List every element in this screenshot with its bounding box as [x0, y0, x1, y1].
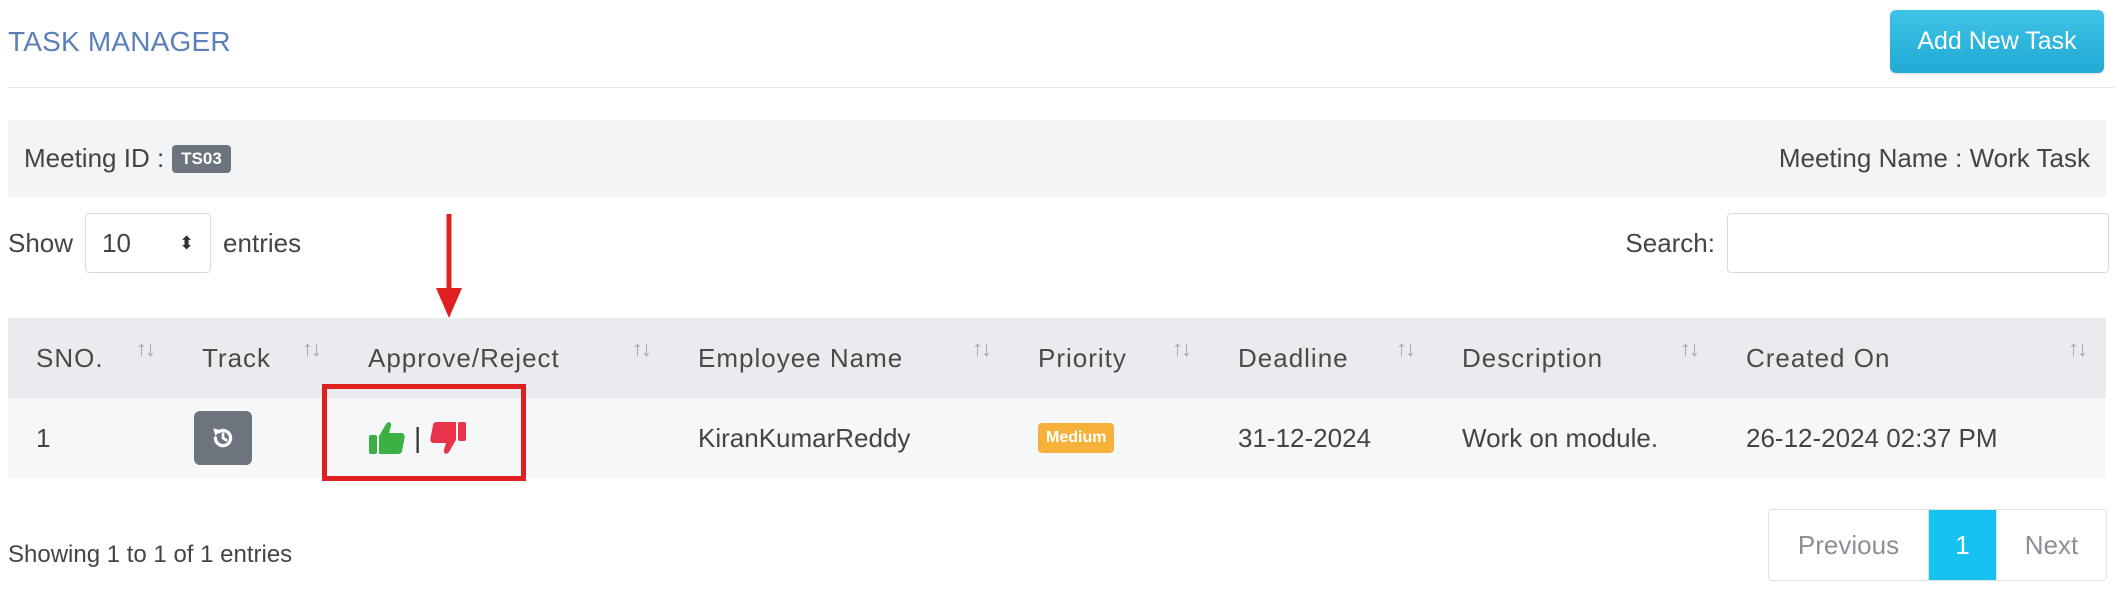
- column-header-label: Created On: [1746, 342, 1891, 373]
- select-caret-icon: ⬍: [178, 233, 195, 253]
- pagination-previous[interactable]: Previous: [1769, 510, 1929, 580]
- column-header-label: Priority: [1038, 342, 1127, 373]
- sort-icon: ↑↓: [1680, 336, 1700, 361]
- entries-label: entries: [223, 227, 302, 258]
- column-header-priority[interactable]: Priority ↑↓: [1010, 318, 1210, 398]
- cell-description: Work on module.: [1462, 422, 1659, 453]
- table-info: Showing 1 to 1 of 1 entries: [8, 541, 293, 568]
- column-header-label: Track: [202, 342, 272, 373]
- pagination: Previous 1 Next: [1768, 509, 2107, 581]
- entries-select-value: 10: [102, 227, 131, 258]
- meeting-name: Meeting Name : Work Task: [1778, 143, 2090, 173]
- meeting-id-label: Meeting ID :: [24, 143, 165, 173]
- header-divider: [8, 87, 2115, 88]
- column-header-created-on[interactable]: Created On ↑↓: [1718, 318, 2106, 398]
- sort-icon: ↑↓: [302, 336, 322, 361]
- column-header-label: Description: [1462, 342, 1604, 373]
- column-header-label: Approve/Reject: [368, 342, 560, 373]
- search-input[interactable]: [1727, 213, 2109, 273]
- annotation-highlight-box: [322, 384, 526, 481]
- sort-icon: ↑↓: [972, 336, 992, 361]
- annotation-arrow-icon: [436, 214, 462, 323]
- cell-employee-name: KiranKumarReddy: [698, 422, 911, 453]
- column-header-track[interactable]: Track ↑↓: [174, 318, 340, 398]
- cell-priority: Medium: [1010, 398, 1210, 478]
- sort-icon: ↑↓: [136, 336, 156, 361]
- history-icon: [213, 428, 233, 448]
- cell-created-on: 26-12-2024 02:37 PM: [1746, 422, 1998, 453]
- column-header-employee-name[interactable]: Employee Name ↑↓: [670, 318, 1010, 398]
- search-label: Search:: [1625, 227, 1715, 258]
- column-header-description[interactable]: Description ↑↓: [1434, 318, 1718, 398]
- page-title: TASK MANAGER: [8, 26, 231, 57]
- column-header-sno[interactable]: SNO. ↑↓: [8, 318, 174, 398]
- entries-per-page-select[interactable]: 10 ⬍: [85, 213, 212, 273]
- add-new-task-button[interactable]: Add New Task: [1890, 10, 2104, 73]
- meeting-id: Meeting ID : TS03: [24, 143, 231, 174]
- sort-icon: ↑↓: [2068, 336, 2088, 361]
- pagination-page-1[interactable]: 1: [1929, 510, 1996, 580]
- priority-badge: Medium: [1038, 423, 1115, 453]
- show-label: Show: [8, 227, 74, 258]
- cell-deadline: 31-12-2024: [1238, 422, 1371, 453]
- table-search: Search:: [1625, 212, 2109, 274]
- column-header-label: SNO.: [36, 342, 104, 373]
- sort-icon: ↑↓: [1172, 336, 1192, 361]
- column-header-label: Deadline: [1238, 342, 1349, 373]
- column-header-label: Employee Name: [698, 342, 904, 373]
- entries-length-control: Show 10 ⬍ entries: [8, 212, 301, 274]
- meeting-info-bar: Meeting ID : TS03 Meeting Name : Work Ta…: [8, 120, 2106, 197]
- pagination-next[interactable]: Next: [1996, 510, 2106, 580]
- track-button[interactable]: [194, 411, 252, 465]
- sort-icon: ↑↓: [632, 336, 652, 361]
- cell-sno: 1: [36, 422, 51, 453]
- sort-icon: ↑↓: [1396, 336, 1416, 361]
- column-header-deadline[interactable]: Deadline ↑↓: [1210, 318, 1434, 398]
- cell-track: [174, 398, 340, 478]
- meeting-id-badge: TS03: [172, 144, 231, 173]
